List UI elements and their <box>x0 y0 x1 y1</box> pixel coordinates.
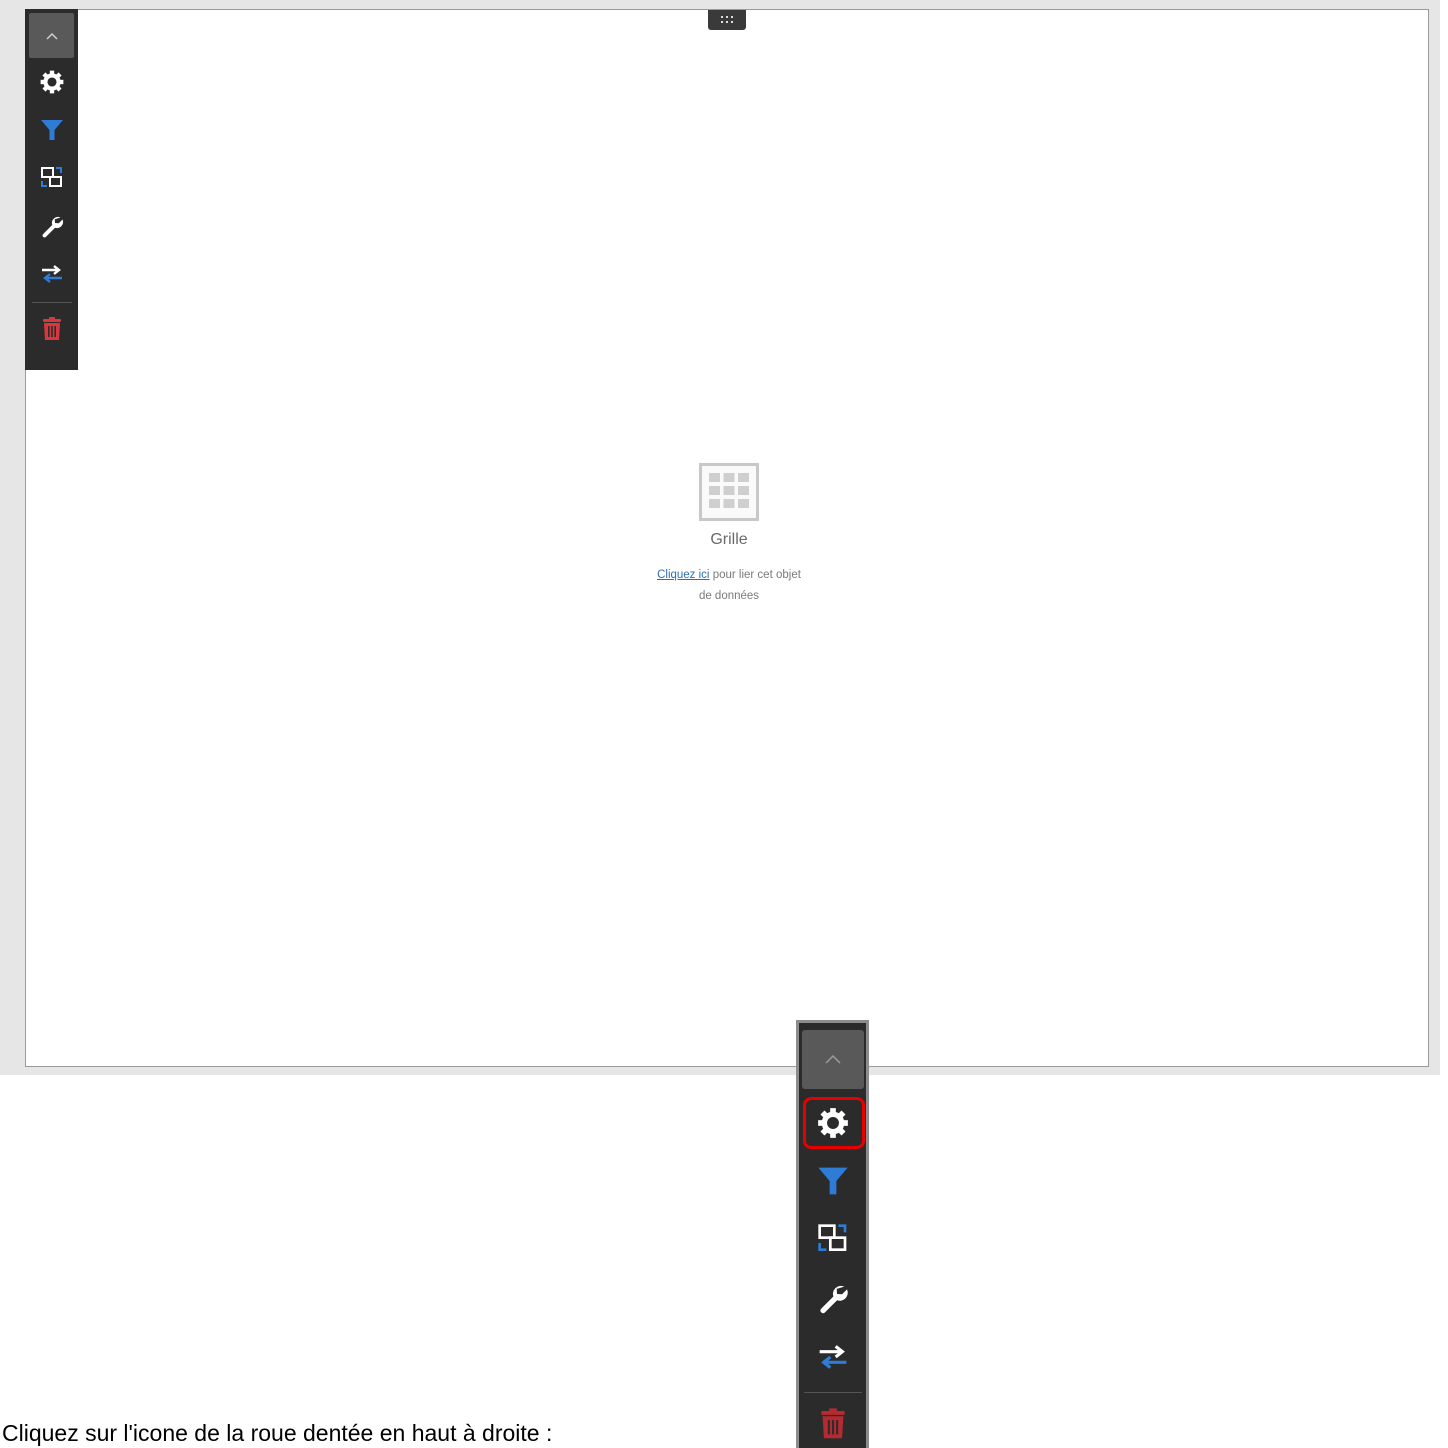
filter-button[interactable] <box>799 1151 866 1210</box>
interactions-icon <box>817 1224 846 1252</box>
grid-icon <box>699 463 759 521</box>
settings-button[interactable] <box>25 58 78 106</box>
interactions-icon <box>40 167 62 187</box>
settings-button-highlighted[interactable] <box>802 1095 865 1152</box>
tools-button[interactable] <box>25 202 78 250</box>
empty-grid-placeholder: Grille Cliquez ici pour lier cet objet d… <box>629 463 829 607</box>
swap-arrows-icon <box>41 265 62 283</box>
chevron-up-icon <box>45 32 58 40</box>
wrench-icon <box>819 1286 848 1314</box>
drag-dots-icon <box>721 16 733 23</box>
toolbar-separator <box>31 302 72 303</box>
convert-button[interactable] <box>25 250 78 298</box>
item-toolbar-zoomed <box>796 1020 869 1448</box>
collapse-toolbar-button[interactable] <box>801 1030 864 1089</box>
gear-icon <box>40 70 63 94</box>
delete-button[interactable] <box>799 1399 866 1448</box>
dashboard-designer-screenshot: Grille Cliquez ici pour lier cet objet d… <box>0 0 1440 1075</box>
tools-button[interactable] <box>799 1269 866 1328</box>
filter-icon <box>40 120 63 140</box>
placeholder-text-line2: de données <box>698 590 760 602</box>
chevron-up-icon <box>824 1055 841 1064</box>
filter-button[interactable] <box>25 106 78 154</box>
trash-icon <box>820 1407 845 1438</box>
trash-icon <box>42 317 61 340</box>
instruction-caption: Cliquez sur l'icone de la roue dentée en… <box>2 1420 553 1446</box>
collapse-toolbar-button[interactable] <box>29 13 74 58</box>
wrench-icon <box>42 216 63 238</box>
filter-icon <box>817 1167 848 1195</box>
drag-handle[interactable] <box>708 10 746 30</box>
interactions-button[interactable] <box>25 154 78 202</box>
delete-button[interactable] <box>25 307 78 351</box>
gear-icon <box>817 1108 848 1138</box>
bind-data-link[interactable]: Cliquez ici <box>657 569 709 581</box>
swap-arrows-icon <box>819 1344 846 1369</box>
placeholder-text-rest: pour lier cet objet <box>709 569 801 581</box>
toolbar-separator <box>803 1392 862 1394</box>
convert-button[interactable] <box>799 1327 866 1386</box>
interactions-button[interactable] <box>799 1210 866 1269</box>
placeholder-text: Cliquez ici pour lier cet objet de donné… <box>629 565 829 607</box>
placeholder-title: Grille <box>710 531 748 548</box>
grid-item-canvas[interactable]: Grille Cliquez ici pour lier cet objet d… <box>25 9 1429 1067</box>
item-toolbar <box>25 9 78 370</box>
